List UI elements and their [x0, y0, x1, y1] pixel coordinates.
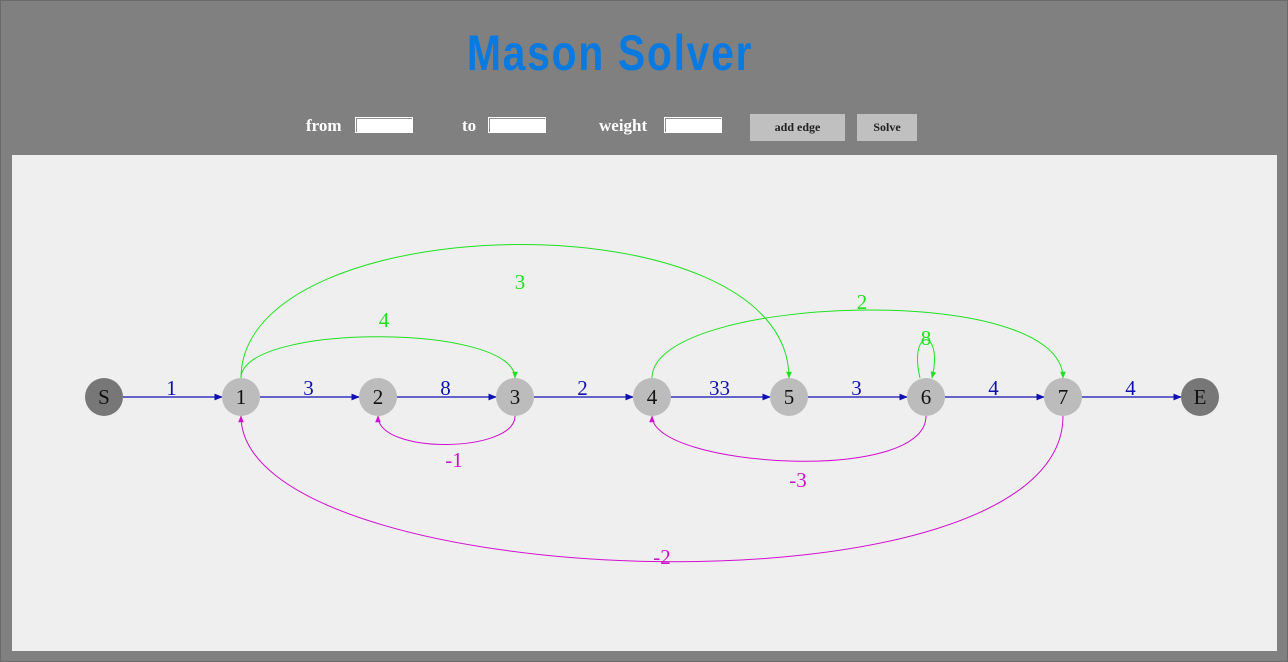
edge-weight-label: 8 [921, 326, 932, 350]
graph-node-2[interactable]: 2 [359, 378, 397, 416]
forward-edge[interactable]: 4 [945, 376, 1045, 401]
forward-edge[interactable]: 3 [260, 376, 360, 401]
edge-path [238, 415, 1064, 563]
weight-input[interactable] [664, 117, 722, 133]
edge-weight-label: 8 [440, 376, 451, 400]
edge-weight-label: 4 [988, 376, 999, 400]
graph-canvas[interactable]: 1 3 8 2 33 3 4 4 3 4 2 8 -1 -3 -2 S 1 2 3 4 5 6 7 E [12, 155, 1277, 651]
feedback-edge[interactable]: -2 [238, 415, 1064, 569]
edge-weight-label: 3 [303, 376, 314, 400]
forward-edge[interactable]: 8 [397, 376, 497, 401]
graph-node-e[interactable]: E [1181, 378, 1219, 416]
edge-weight-label: 2 [857, 290, 868, 314]
edge-weight-label: 33 [709, 376, 730, 400]
graph-node-6[interactable]: 6 [907, 378, 945, 416]
graph-node-1[interactable]: 1 [222, 378, 260, 416]
node-label: 5 [784, 385, 795, 409]
page-title: Mason Solver [466, 25, 754, 81]
edge-weight-label: -2 [653, 545, 671, 569]
node-label: 6 [921, 385, 932, 409]
skip-edge[interactable]: 3 [240, 244, 792, 379]
node-label: 3 [510, 385, 521, 409]
node-label: 2 [373, 385, 384, 409]
graph-node-3[interactable]: 3 [496, 378, 534, 416]
node-label: 7 [1058, 385, 1069, 409]
graph-node-4[interactable]: 4 [633, 378, 671, 416]
feedback-edge[interactable]: -1 [375, 415, 516, 472]
graph-node-s[interactable]: S [85, 378, 123, 416]
edge-weight-label: 3 [851, 376, 862, 400]
edge-weight-label: 2 [577, 376, 588, 400]
self-loop-edge[interactable]: 8 [917, 326, 937, 379]
feedback-edge[interactable]: -3 [649, 415, 927, 492]
edge-weight-label: 4 [1125, 376, 1136, 400]
graph-node-5[interactable]: 5 [770, 378, 808, 416]
skip-edge[interactable]: 2 [651, 290, 1066, 379]
weight-label: weight [599, 116, 648, 135]
from-input[interactable] [355, 117, 413, 133]
node-label: 4 [647, 385, 658, 409]
forward-edge[interactable]: 2 [534, 376, 634, 401]
edge-weight-label: 3 [515, 270, 526, 294]
node-label: E [1194, 385, 1207, 409]
node-label: S [98, 385, 110, 409]
edge-path [240, 244, 792, 379]
from-label: from [306, 116, 342, 135]
skip-edge[interactable]: 4 [240, 308, 518, 379]
edge-path [649, 415, 927, 462]
add-edge-button[interactable]: add edge [750, 114, 845, 141]
edge-weight-label: 4 [379, 308, 390, 332]
forward-edge[interactable]: 33 [671, 376, 771, 401]
edge-path [240, 336, 518, 379]
edge-path [375, 415, 516, 445]
signal-flow-graph: 1 3 8 2 33 3 4 43428-1-3-2S 1 2 3 4 5 6 7 E [85, 244, 1219, 569]
node-label: 1 [236, 385, 247, 409]
forward-edge[interactable]: 3 [808, 376, 908, 401]
forward-edge[interactable]: 1 [123, 376, 223, 401]
edge-path [651, 309, 1066, 379]
graph-node-7[interactable]: 7 [1044, 378, 1082, 416]
to-label: to [462, 116, 477, 135]
solve-button[interactable]: Solve [857, 114, 917, 141]
to-input[interactable] [488, 117, 546, 133]
edge-weight-label: -1 [445, 448, 463, 472]
forward-edge[interactable]: 4 [1082, 376, 1182, 401]
edge-weight-label: 1 [166, 376, 177, 400]
edge-weight-label: -3 [789, 468, 807, 492]
